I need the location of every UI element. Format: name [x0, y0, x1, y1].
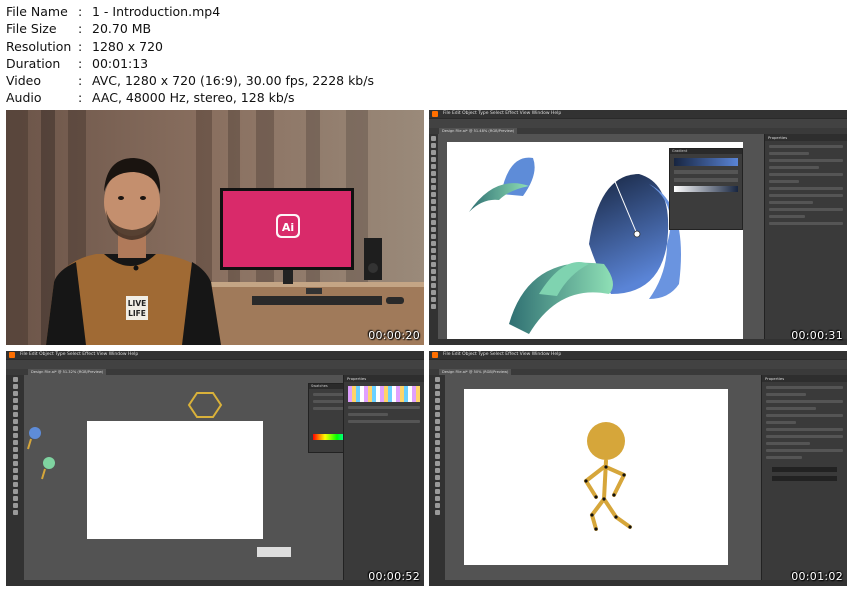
metadata-key: File Name	[6, 4, 68, 19]
metadata-separator: :	[78, 55, 83, 71]
metadata-separator: :	[78, 21, 83, 37]
metadata-row: Duration:00:01:13	[6, 55, 374, 72]
control-bar	[429, 118, 847, 128]
metadata-separator: :	[78, 4, 83, 19]
metadata-separator: :	[78, 90, 83, 106]
metadata-separator: :	[78, 38, 83, 54]
metadata-row: File Name:1 - Introduction.mp4	[6, 3, 374, 20]
thumbnail-presenter[interactable]: Ai LIVE LIFE 00:00:20	[6, 110, 424, 345]
timestamp: 00:00:31	[791, 329, 843, 342]
metadata-key: File Size	[6, 21, 57, 37]
thumbnail-artboard-hexagon[interactable]: File Edit Object Type Select Effect View…	[6, 351, 424, 586]
timestamp: 00:00:52	[368, 570, 420, 583]
ai-logo-icon	[432, 352, 438, 358]
timestamp: 00:00:20	[368, 329, 420, 342]
metadata-key: Audio	[6, 90, 42, 106]
properties-panel[interactable]: Properties	[343, 375, 424, 580]
ai-logo-icon	[432, 111, 438, 117]
control-bar	[429, 359, 847, 369]
artboard[interactable]	[25, 375, 321, 580]
metadata-value: 20.70 MB	[92, 21, 152, 37]
metadata-value: AAC, 48000 Hz, stereo, 128 kb/s	[92, 90, 295, 106]
metadata-row: Resolution:1280 x 720	[6, 38, 374, 55]
gradient-panel[interactable]: Gradient	[669, 148, 743, 230]
toolbar	[6, 375, 24, 580]
ai-logo-icon	[9, 352, 15, 358]
metadata-key: Duration	[6, 55, 61, 71]
metadata-row: Video: AVC, 1280 x 720 (16:9), 30.00 fps,…	[6, 72, 374, 89]
control-bar	[6, 359, 424, 369]
metadata-key: Resolution	[6, 38, 72, 54]
metadata-key: Video	[6, 73, 42, 89]
toolbar	[429, 375, 445, 580]
status-bar	[429, 580, 847, 586]
monitor-logo: Ai	[282, 221, 294, 234]
metadata-value: 1 - Introduction.mp4	[92, 4, 221, 19]
presenter-scene: Ai LIVE LIFE	[6, 110, 424, 345]
svg-text:LIFE: LIFE	[128, 309, 146, 318]
metadata-row: Audio: AAC, 48000 Hz, stereo, 128 kb/s	[6, 89, 374, 106]
metadata-row: File Size:20.70 MB	[6, 20, 374, 37]
thumbnail-gradient-artwork[interactable]: File Edit Object Type Select Effect View…	[429, 110, 847, 345]
stick-figure-head	[587, 422, 625, 460]
status-bar	[6, 580, 424, 586]
file-metadata: File Name:1 - Introduction.mp4 File Size:…	[6, 3, 374, 107]
properties-panel[interactable]: Properties	[764, 134, 847, 339]
status-bar	[429, 339, 847, 345]
metadata-value: 00:01:13	[92, 55, 149, 71]
timestamp: 00:01:02	[791, 570, 843, 583]
properties-panel[interactable]: Properties	[761, 375, 847, 580]
thumbnail-stick-figure[interactable]: File Edit Object Type Select Effect View…	[429, 351, 847, 586]
metadata-separator: :	[78, 73, 83, 89]
metadata-value: AVC, 1280 x 720 (16:9), 30.00 fps, 2228 …	[92, 73, 374, 89]
svg-text:LIVE: LIVE	[128, 299, 147, 308]
metadata-value: 1280 x 720	[92, 38, 164, 54]
artboard[interactable]	[446, 375, 762, 580]
toolbar	[429, 134, 438, 339]
